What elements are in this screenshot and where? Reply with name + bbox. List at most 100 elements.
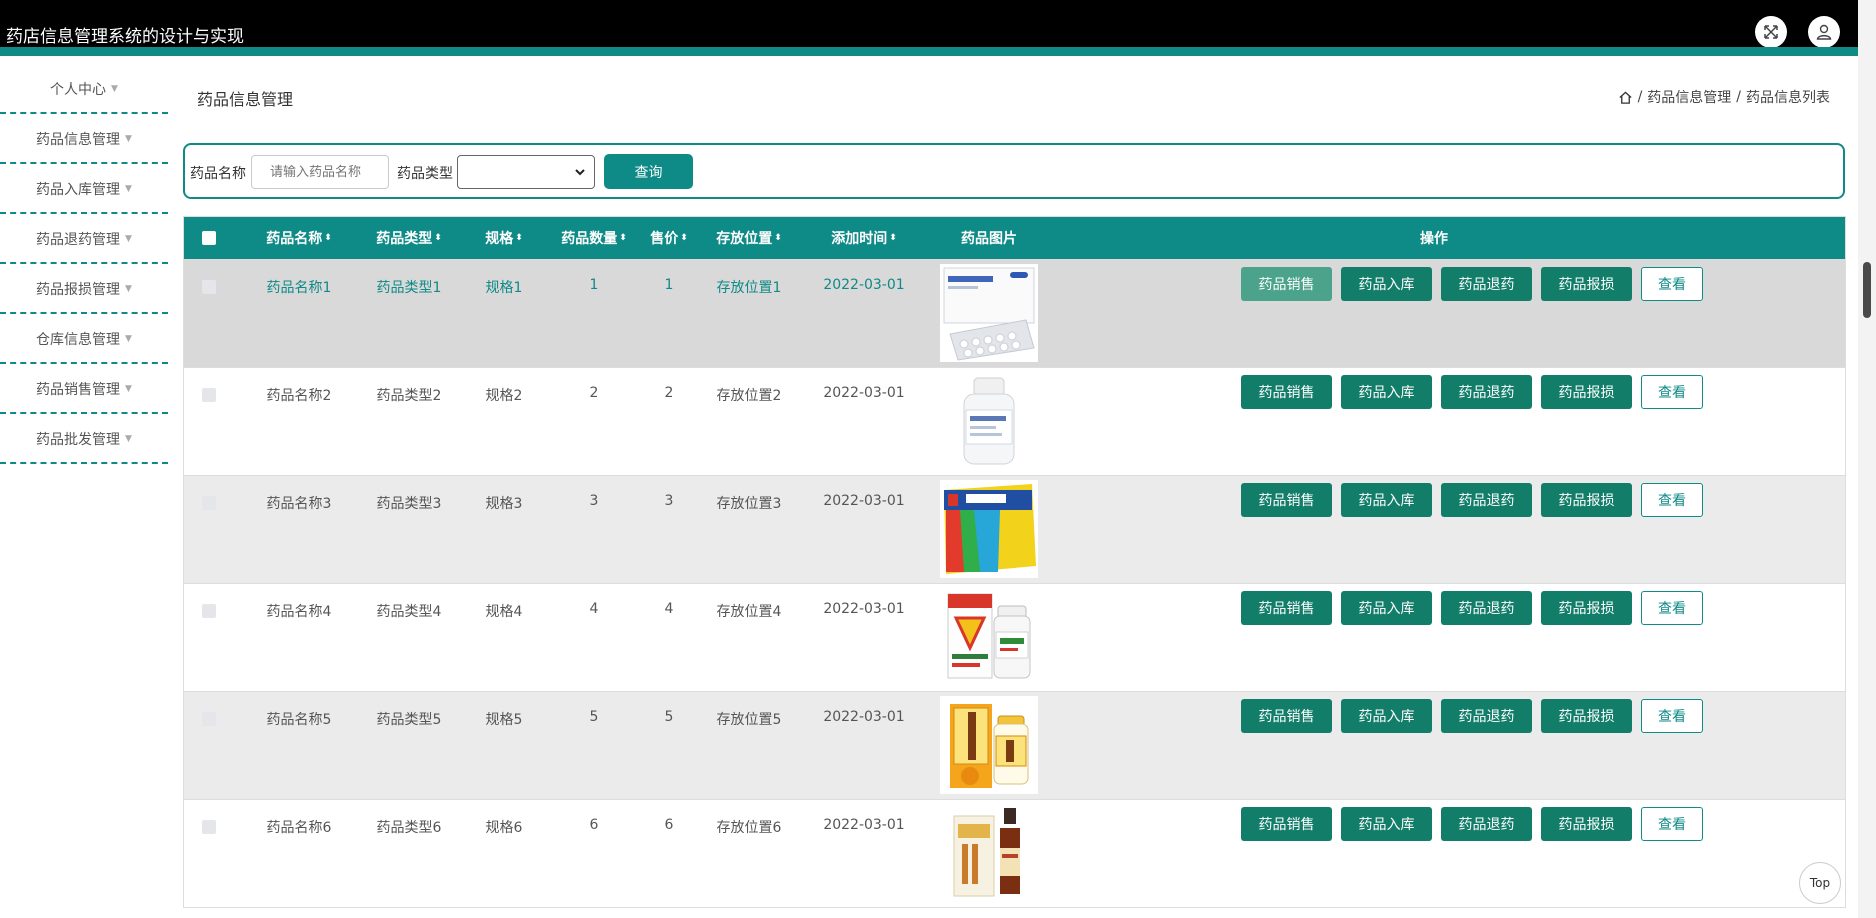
damage-button[interactable]: 药品报损 xyxy=(1541,267,1632,301)
sidebar-item-stock-in[interactable]: 药品入库管理 ▼ xyxy=(0,165,168,214)
herbal-pill-box-image xyxy=(940,696,1038,794)
sell-button[interactable]: 药品销售 xyxy=(1241,375,1332,409)
caret-down-icon: ▼ xyxy=(125,183,132,194)
sell-button[interactable]: 药品销售 xyxy=(1241,699,1332,733)
col-ops: 操作 xyxy=(1204,217,1664,259)
sell-button[interactable]: 药品销售 xyxy=(1241,267,1332,301)
return-button[interactable]: 药品退药 xyxy=(1441,807,1532,841)
row-checkbox[interactable] xyxy=(202,604,216,618)
view-button[interactable]: 查看 xyxy=(1641,267,1703,301)
sell-button[interactable]: 药品销售 xyxy=(1241,483,1332,517)
table-row[interactable]: 药品名称5 药品类型5 规格5 5 5 存放位置5 2022-03-01 药品销… xyxy=(184,691,1845,799)
sidebar-item-label: 药品信息管理 xyxy=(36,131,121,148)
col-spec-label: 规格 xyxy=(485,231,514,247)
drug-name-input[interactable] xyxy=(251,155,389,189)
col-location[interactable]: 存放位置 ⬍ xyxy=(694,217,804,259)
cell-location: 存放位置3 xyxy=(716,496,782,512)
return-button[interactable]: 药品退药 xyxy=(1441,267,1532,301)
col-name[interactable]: 药品名称 ⬍ xyxy=(244,217,354,259)
view-button[interactable]: 查看 xyxy=(1641,807,1703,841)
table-row[interactable]: 药品名称3 药品类型3 规格3 3 3 存放位置3 2022-03-01 药品销… xyxy=(184,475,1845,583)
sidebar-item-wholesale[interactable]: 药品批发管理 ▼ xyxy=(0,415,168,464)
col-date-label: 添加时间 xyxy=(831,231,888,247)
col-date[interactable]: 添加时间 ⬍ xyxy=(804,217,924,259)
cell-qty: 4 xyxy=(589,601,599,617)
damage-button[interactable]: 药品报损 xyxy=(1541,807,1632,841)
sidebar-item-damage[interactable]: 药品报损管理 ▼ xyxy=(0,265,168,314)
table-row[interactable]: 药品名称2 药品类型2 规格2 2 2 存放位置2 2022-03-01 药品销… xyxy=(184,367,1845,475)
home-icon[interactable] xyxy=(1618,90,1633,105)
cell-date: 2022-03-01 xyxy=(823,709,905,725)
row-checkbox[interactable] xyxy=(202,496,216,510)
return-button[interactable]: 药品退药 xyxy=(1441,591,1532,625)
cell-spec: 规格1 xyxy=(485,280,523,296)
view-button[interactable]: 查看 xyxy=(1641,483,1703,517)
row-checkbox[interactable] xyxy=(202,280,216,294)
return-button[interactable]: 药品退药 xyxy=(1441,375,1532,409)
stock-in-button[interactable]: 药品入库 xyxy=(1341,483,1432,517)
col-spec[interactable]: 规格 ⬍ xyxy=(464,217,544,259)
row-checkbox[interactable] xyxy=(202,712,216,726)
col-ops-label: 操作 xyxy=(1420,231,1448,247)
select-all-checkbox[interactable] xyxy=(202,231,216,245)
sidebar-item-sales[interactable]: 药品销售管理 ▼ xyxy=(0,365,168,414)
top-bar-accent xyxy=(0,47,1858,56)
col-price-label: 售价 xyxy=(650,231,679,247)
table-row[interactable]: 药品名称1 药品类型1 规格1 1 1 存放位置1 2022-03-01 药品销… xyxy=(184,259,1845,367)
cell-price: 5 xyxy=(664,709,674,725)
sidebar-item-personal-center[interactable]: 个人中心 ▼ xyxy=(0,65,168,114)
cell-qty: 2 xyxy=(589,385,599,401)
caret-down-icon: ▼ xyxy=(125,333,132,344)
sort-icon: ⬍ xyxy=(619,233,627,243)
row-checkbox[interactable] xyxy=(202,820,216,834)
col-qty[interactable]: 药品数量 ⬍ xyxy=(544,217,644,259)
col-type[interactable]: 药品类型 ⬍ xyxy=(354,217,464,259)
view-button[interactable]: 查看 xyxy=(1641,375,1703,409)
damage-button[interactable]: 药品报损 xyxy=(1541,375,1632,409)
row-checkbox[interactable] xyxy=(202,388,216,402)
caret-down-icon: ▼ xyxy=(125,233,132,244)
sort-icon: ⬍ xyxy=(434,233,442,243)
col-qty-label: 药品数量 xyxy=(561,231,618,247)
stock-in-button[interactable]: 药品入库 xyxy=(1341,267,1432,301)
syrup-bottle-image xyxy=(940,804,1038,902)
sidebar-item-warehouse[interactable]: 仓库信息管理 ▼ xyxy=(0,315,168,364)
select-all-cell xyxy=(184,217,234,259)
table-row[interactable]: 药品名称4 药品类型4 规格4 4 4 存放位置4 2022-03-01 药品销… xyxy=(184,583,1845,691)
breadcrumb-item[interactable]: 药品信息管理 xyxy=(1647,87,1731,107)
return-button[interactable]: 药品退药 xyxy=(1441,483,1532,517)
return-button[interactable]: 药品退药 xyxy=(1441,699,1532,733)
scrollbar-thumb[interactable] xyxy=(1863,262,1871,318)
damage-button[interactable]: 药品报损 xyxy=(1541,591,1632,625)
sidebar-item-drug-info[interactable]: 药品信息管理 ▼ xyxy=(0,115,168,164)
view-button[interactable]: 查看 xyxy=(1641,699,1703,733)
drug-image xyxy=(940,480,1038,578)
damage-button[interactable]: 药品报损 xyxy=(1541,699,1632,733)
breadcrumb: / 药品信息管理 / 药品信息列表 xyxy=(1618,87,1830,107)
stock-in-button[interactable]: 药品入库 xyxy=(1341,591,1432,625)
search-button[interactable]: 查询 xyxy=(604,154,693,189)
col-price[interactable]: 售价 ⬍ xyxy=(644,217,694,259)
user-button[interactable] xyxy=(1808,16,1840,48)
table-header: 药品名称 ⬍ 药品类型 ⬍ 规格 ⬍ 药品数量 ⬍ 售价 ⬍ 存放位置 ⬍ 添加时间 ⬍ 药品… xyxy=(184,217,1845,259)
row-actions: 药品销售 药品入库 药品退药 药品报损 查看 xyxy=(1241,699,1703,733)
stock-in-button[interactable]: 药品入库 xyxy=(1341,375,1432,409)
view-button[interactable]: 查看 xyxy=(1641,591,1703,625)
sell-button[interactable]: 药品销售 xyxy=(1241,591,1332,625)
stock-in-button[interactable]: 药品入库 xyxy=(1341,699,1432,733)
drug-type-select[interactable] xyxy=(457,155,595,189)
cell-qty: 6 xyxy=(589,817,599,833)
damage-button[interactable]: 药品报损 xyxy=(1541,483,1632,517)
stock-in-button[interactable]: 药品入库 xyxy=(1341,807,1432,841)
table-row[interactable]: 药品名称6 药品类型6 规格6 6 6 存放位置6 2022-03-01 药品销… xyxy=(184,799,1845,907)
page-scrollbar[interactable] xyxy=(1858,0,1876,918)
drug-image xyxy=(940,588,1038,686)
sidebar-item-return[interactable]: 药品退药管理 ▼ xyxy=(0,215,168,264)
sidebar-item-label: 仓库信息管理 xyxy=(36,331,121,348)
back-to-top-button[interactable]: Top xyxy=(1799,862,1841,904)
caret-down-icon: ▼ xyxy=(125,133,132,144)
cell-location: 存放位置1 xyxy=(716,280,782,296)
row-actions: 药品销售 药品入库 药品退药 药品报损 查看 xyxy=(1241,591,1703,625)
sell-button[interactable]: 药品销售 xyxy=(1241,807,1332,841)
fullscreen-button[interactable] xyxy=(1755,16,1787,48)
